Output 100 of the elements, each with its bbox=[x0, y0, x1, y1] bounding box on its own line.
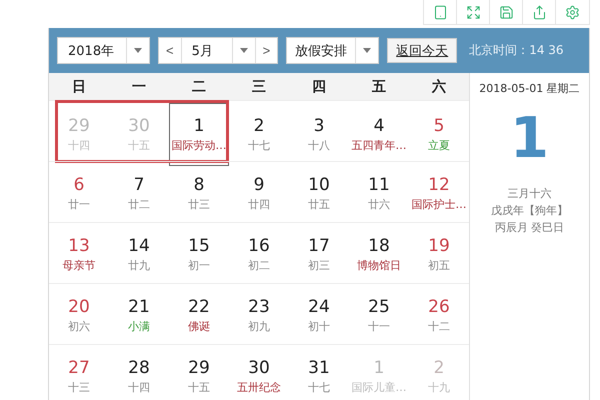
month-select[interactable]: < 5月 > bbox=[158, 37, 278, 64]
day-cell[interactable]: 31 十七 bbox=[289, 347, 349, 400]
clock: 北京时间：14 36 bbox=[469, 42, 564, 59]
day-cell[interactable]: 17 初三 bbox=[289, 225, 349, 283]
day-cell[interactable]: 23 初九 bbox=[229, 286, 289, 344]
day-cell[interactable]: 27 十三 bbox=[49, 347, 109, 400]
lunar-note: 佛诞 bbox=[188, 318, 210, 334]
lunar-note: 国际儿童… bbox=[352, 380, 406, 394]
day-cell[interactable]: 30 五卅纪念 bbox=[229, 347, 289, 400]
day-cell[interactable]: 20 初六 bbox=[49, 286, 109, 344]
weekday-label: 二 bbox=[191, 78, 207, 96]
day-number: 5 bbox=[434, 116, 444, 136]
day-number: 1 bbox=[194, 116, 204, 136]
share-icon bbox=[532, 4, 546, 20]
day-cell[interactable]: 10 廿五 bbox=[289, 164, 349, 222]
weekday-label: 日 bbox=[71, 78, 87, 96]
lunar-note: 廿二 bbox=[128, 196, 150, 212]
day-number: 29 bbox=[188, 358, 210, 378]
day-cell[interactable]: 13 母亲节 bbox=[49, 225, 109, 283]
lunar-note: 十四 bbox=[128, 380, 150, 394]
day-number: 16 bbox=[248, 236, 270, 256]
lunar-note: 初三 bbox=[308, 258, 330, 272]
lunar-note: 十五 bbox=[128, 138, 150, 153]
day-number: 12 bbox=[428, 174, 450, 194]
day-cell[interactable]: 12 国际护士… bbox=[409, 164, 469, 222]
day-number: 7 bbox=[134, 174, 144, 194]
day-number: 14 bbox=[128, 236, 150, 256]
weekday-label: 六 bbox=[430, 78, 447, 96]
day-number: 25 bbox=[368, 296, 390, 316]
day-number: 27 bbox=[68, 358, 90, 378]
lunar-note: 十七 bbox=[308, 380, 330, 394]
day-cell[interactable]: 26 十二 bbox=[409, 286, 469, 344]
day-cell[interactable]: 18 博物馆日 bbox=[349, 225, 409, 283]
lunar-note: 国际劳动… bbox=[172, 138, 226, 153]
day-number: 13 bbox=[68, 236, 90, 256]
day-cell[interactable]: 1 国际劳动… bbox=[169, 103, 229, 166]
day-number: 24 bbox=[308, 296, 330, 316]
day-cell[interactable]: 5 立夏 bbox=[409, 103, 469, 166]
day-cell[interactable]: 6 廿一 bbox=[49, 164, 109, 222]
day-number: 30 bbox=[248, 358, 270, 378]
save-icon bbox=[498, 4, 514, 20]
day-cell[interactable]: 19 初五 bbox=[409, 225, 469, 283]
weekday-label: 五 bbox=[371, 78, 387, 96]
selected-day: 1 bbox=[510, 106, 549, 171]
tablet-icon bbox=[432, 4, 448, 20]
day-number: 23 bbox=[248, 296, 270, 316]
caret-icon bbox=[363, 48, 372, 53]
selected-date: 2018-05-01 星期二 bbox=[479, 81, 580, 96]
weekday-label: 四 bbox=[311, 78, 327, 96]
day-number: 21 bbox=[128, 296, 150, 316]
lunar-note: 五四青年… bbox=[352, 138, 406, 153]
day-cell[interactable]: 4 五四青年… bbox=[349, 103, 409, 166]
day-cell[interactable]: 24 初十 bbox=[289, 286, 349, 344]
day-cell[interactable]: 2 十七 bbox=[229, 103, 289, 166]
day-cell[interactable]: 14 廿九 bbox=[109, 225, 169, 283]
day-cell[interactable]: 28 十四 bbox=[109, 347, 169, 400]
caret-icon bbox=[134, 48, 142, 53]
lunar-note: 初五 bbox=[428, 258, 450, 272]
day-cell[interactable]: 3 十八 bbox=[289, 103, 349, 166]
lunar-note: 廿四 bbox=[248, 196, 270, 212]
fullscreen-icon bbox=[466, 4, 480, 20]
day-cell[interactable]: 8 廿三 bbox=[169, 164, 229, 222]
lunar-note: 十二 bbox=[428, 318, 450, 334]
day-cell[interactable]: 9 廿四 bbox=[229, 164, 289, 222]
day-number: 3 bbox=[314, 116, 324, 136]
lunar-note: 立夏 bbox=[428, 138, 450, 153]
lunar-note: 廿五 bbox=[308, 196, 330, 212]
day-number: 22 bbox=[188, 296, 210, 316]
holiday-select[interactable]: 放假安排 bbox=[286, 37, 380, 64]
day-number: 1 bbox=[374, 358, 384, 378]
day-number: 31 bbox=[308, 358, 330, 378]
day-cell[interactable]: 16 初二 bbox=[229, 225, 289, 283]
day-cell[interactable]: 11 廿六 bbox=[349, 164, 409, 222]
lunar-note: 博物馆日 bbox=[357, 258, 401, 272]
day-number: 2 bbox=[434, 358, 444, 378]
lunar-note: 初一 bbox=[188, 258, 210, 272]
day-number: 29 bbox=[68, 116, 90, 136]
lunar-note: 母亲节 bbox=[62, 258, 96, 272]
day-number: 9 bbox=[254, 174, 264, 194]
lunar-date: 三月十六 bbox=[508, 186, 552, 202]
day-number: 8 bbox=[194, 174, 204, 194]
day-cell[interactable]: 29 十五 bbox=[169, 347, 229, 400]
day-number: 26 bbox=[428, 296, 450, 316]
today-button[interactable]: 返回今天 bbox=[387, 38, 458, 63]
lunar-note: 初二 bbox=[248, 258, 270, 272]
day-cell[interactable]: 21 小满 bbox=[109, 286, 169, 344]
year-select[interactable]: 2018年 bbox=[57, 37, 150, 64]
lunar-note: 初十 bbox=[308, 318, 330, 334]
day-cell[interactable]: 22 佛诞 bbox=[169, 286, 229, 344]
lunar-note: 国际护士… bbox=[412, 196, 466, 212]
day-number: 20 bbox=[68, 296, 90, 316]
day-number: 28 bbox=[128, 358, 150, 378]
weekday-label: 一 bbox=[131, 78, 147, 96]
day-number: 17 bbox=[308, 236, 330, 256]
lunar-note: 廿六 bbox=[368, 196, 390, 212]
day-cell[interactable]: 7 廿二 bbox=[109, 164, 169, 222]
lunar-note: 廿一 bbox=[68, 196, 90, 212]
day-cell[interactable]: 15 初一 bbox=[169, 225, 229, 283]
day-cell[interactable]: 25 十一 bbox=[349, 286, 409, 344]
lunar-month-day: 丙辰月 癸巳日 bbox=[494, 219, 564, 236]
